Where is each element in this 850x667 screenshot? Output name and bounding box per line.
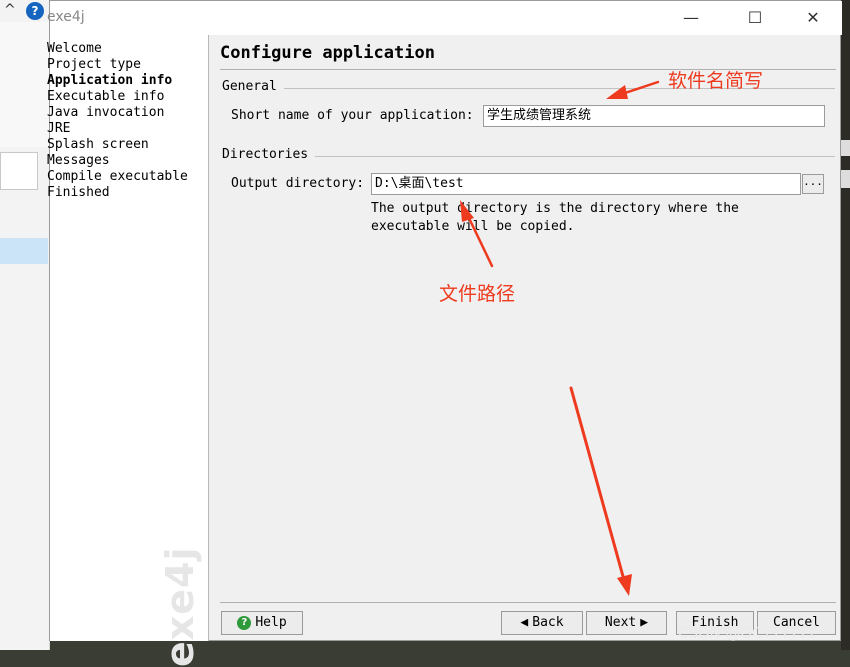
wizard-step[interactable]: Finished (47, 185, 188, 201)
arrow-right-icon: ▶ (640, 615, 649, 630)
exe4j-watermark: exe4j (158, 546, 202, 667)
directories-group-label: Directories (222, 147, 309, 162)
output-directory-label: Output directory: (231, 176, 365, 191)
wizard-step[interactable]: Compile executable (47, 169, 188, 185)
annotation-file-path: 文件路径 (439, 283, 516, 305)
minimize-button[interactable]: — (668, 5, 714, 31)
wizard-step[interactable]: Executable info (47, 89, 188, 105)
next-button[interactable]: Next ▶ (586, 611, 667, 635)
chevron-up-icon[interactable]: ^ (4, 2, 16, 18)
wizard-step[interactable]: Java invocation (47, 105, 188, 121)
wizard-step[interactable]: JRE (47, 121, 188, 137)
next-button-label: Next (604, 615, 637, 630)
credit-watermark: CSDN @GCTTTTTT (678, 624, 817, 642)
output-directory-input[interactable]: D:\桌面\test (371, 173, 801, 195)
annotation-short-name: 软件名简写 (668, 70, 764, 92)
desktop-fragment (841, 140, 850, 156)
wizard-step[interactable]: Application info (47, 73, 188, 89)
panel-divider (208, 35, 209, 641)
short-name-input[interactable]: 学生成绩管理系统 (483, 105, 825, 127)
title-bar[interactable]: exe4j — ☐ ✕ (47, 1, 842, 35)
exe4j-window: exe4j — ☐ ✕ Welcome Project type Applicati… (47, 0, 842, 667)
wizard-steps-panel: Welcome Project type Application info Execu… (47, 35, 208, 667)
footer-divider (220, 602, 836, 603)
hint-line: executable will be copied. (371, 219, 575, 234)
wizard-steps-list: Welcome Project type Application info Execu… (47, 41, 188, 201)
page-title: Configure application (220, 43, 435, 63)
browse-button[interactable]: ... (802, 174, 824, 194)
maximize-button[interactable]: ☐ (732, 5, 778, 31)
back-button-label: Back (532, 615, 564, 630)
general-group-label: General (222, 79, 277, 94)
help-button[interactable]: ? Help (221, 611, 303, 635)
wizard-step[interactable]: Splash screen (47, 137, 188, 153)
wizard-step[interactable]: Messages (47, 153, 188, 169)
wizard-step[interactable]: Project type (47, 57, 188, 73)
background-window: ^ ? (0, 0, 50, 650)
output-directory-hint: The output directory is the directory wh… (371, 200, 791, 236)
arrow-left-icon: ◀ (520, 615, 529, 630)
directories-group-line (315, 156, 835, 157)
hint-line: The output directory is the directory wh… (371, 201, 739, 216)
window-title: exe4j (47, 9, 85, 25)
short-name-label: Short name of your application: (231, 108, 474, 123)
back-button[interactable]: ◀ Back (501, 611, 583, 635)
desktop-fragment (841, 170, 850, 188)
wizard-step[interactable]: Welcome (47, 41, 188, 57)
background-desktop (841, 0, 850, 650)
background-selected-row (0, 238, 48, 264)
help-button-label: Help (255, 615, 287, 630)
help-icon[interactable]: ? (26, 2, 44, 20)
background-pane (0, 22, 49, 147)
help-icon: ? (237, 616, 252, 630)
background-input (0, 152, 38, 190)
close-button[interactable]: ✕ (790, 5, 836, 31)
